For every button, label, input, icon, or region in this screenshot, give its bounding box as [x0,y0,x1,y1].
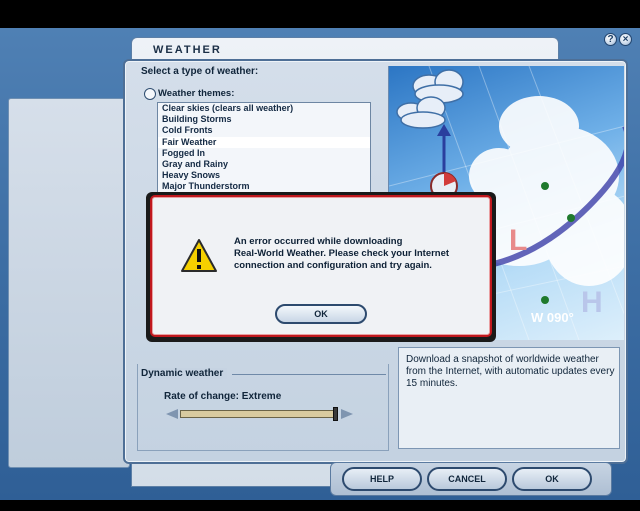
error-message-line: connection and configuration and try aga… [234,260,432,271]
list-item[interactable]: Heavy Snows [158,170,370,181]
warning-icon [181,239,217,272]
slider-thumb[interactable] [333,407,338,421]
dynamic-weather-divider [232,374,386,375]
close-glyph: × [622,34,629,45]
low-pressure-label: L [509,224,527,257]
window-title: WEATHER [153,44,222,56]
weather-themes-label: Weather themes: [158,88,235,99]
dynamic-weather-heading: Dynamic weather [141,368,228,379]
list-item[interactable]: Building Storms [158,114,370,125]
list-item[interactable]: Cold Fronts [158,125,370,136]
error-message-line: Real-World Weather. Please check your In… [234,248,450,259]
screen-letterbox [0,500,640,511]
background-side-panel [8,98,130,468]
help-glyph: ? [607,34,614,45]
slider-right-arrow-icon[interactable] [341,409,353,419]
weather-themes-radio[interactable] [144,88,156,100]
slider-left-arrow-icon[interactable] [166,409,178,419]
error-message: An error occurred while downloading Real… [234,236,482,272]
high-pressure-label: H [581,286,603,319]
help-icon[interactable]: ? [604,33,617,46]
list-item[interactable]: Clear skies (clears all weather) [158,103,370,114]
rate-of-change-slider[interactable] [180,410,338,418]
error-message-line: An error occurred while downloading [234,236,403,247]
wind-direction-label: W 090° [531,310,574,325]
list-item[interactable]: Major Thunderstorm [158,181,370,192]
rate-of-change-label: Rate of change: Extreme [164,391,282,402]
cloud-icon [396,69,464,129]
help-button[interactable]: HELP [342,467,422,491]
list-item-selected[interactable]: Fair Weather [158,136,370,148]
select-weather-heading: Select a type of weather: [141,66,259,77]
list-item[interactable]: Gray and Rainy [158,159,370,170]
cancel-button[interactable]: CANCEL [427,467,507,491]
ok-button[interactable]: OK [512,467,592,491]
info-description: Download a snapshot of worldwide weather… [406,354,615,389]
error-ok-button[interactable]: OK [275,304,367,324]
weather-themes-list[interactable]: Clear skies (clears all weather) Buildin… [157,102,371,198]
close-icon[interactable]: × [619,33,632,46]
list-item[interactable]: Fogged In [158,148,370,159]
